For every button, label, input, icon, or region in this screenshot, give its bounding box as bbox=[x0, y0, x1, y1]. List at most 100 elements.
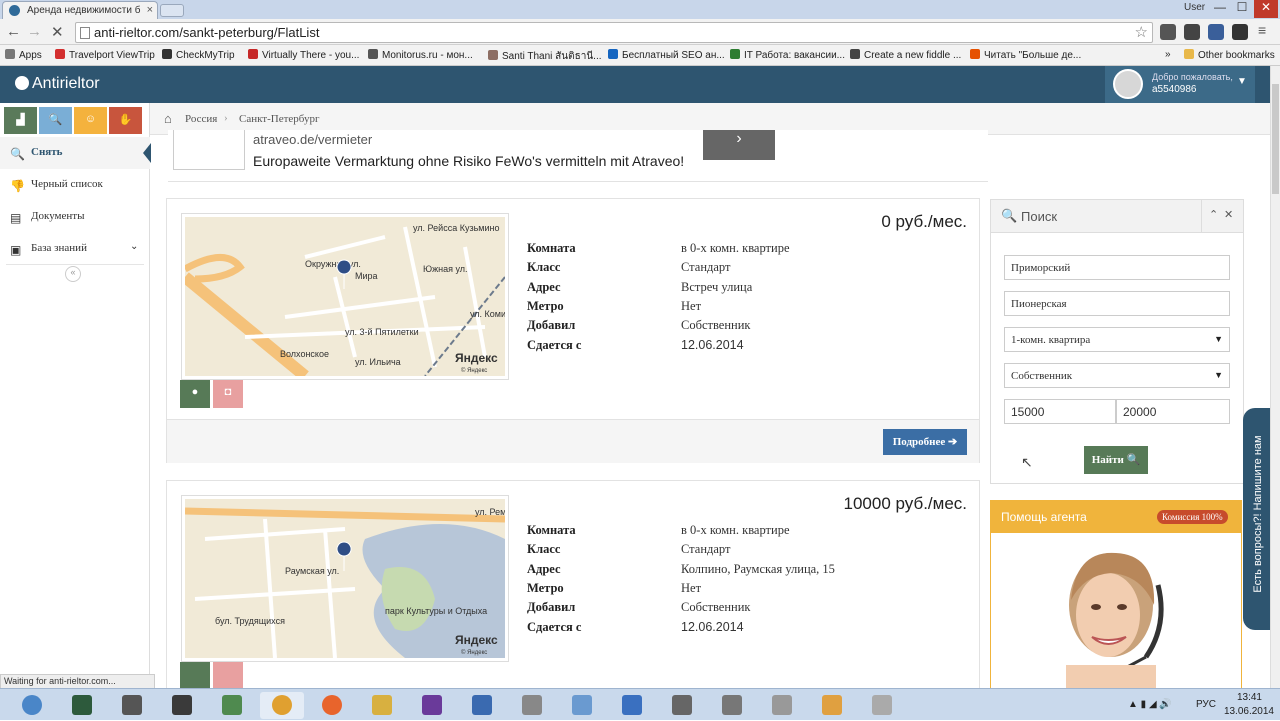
bookmark-item[interactable]: Monitorus.ru - мон... bbox=[368, 49, 473, 61]
extension-icon[interactable] bbox=[1208, 24, 1224, 40]
minimize-button[interactable]: — bbox=[1210, 0, 1230, 18]
quick-search-button[interactable]: 🔍 bbox=[39, 107, 72, 134]
globe-icon[interactable] bbox=[180, 662, 210, 690]
camera-icon[interactable]: ◘ bbox=[213, 380, 243, 408]
taskbar-button[interactable] bbox=[460, 692, 504, 719]
taskbar-button[interactable] bbox=[860, 692, 904, 719]
feedback-tab[interactable]: Есть вопросы?! Напишите нам bbox=[1243, 408, 1270, 630]
taskbar-button[interactable] bbox=[510, 692, 554, 719]
taskbar-button[interactable] bbox=[160, 692, 204, 719]
language-indicator[interactable]: РУС bbox=[1196, 699, 1216, 710]
bookmark-item[interactable]: Travelport ViewTrip bbox=[55, 49, 155, 61]
new-tab-button[interactable] bbox=[160, 4, 184, 17]
clock-date[interactable]: 13.06.2014 bbox=[1224, 706, 1274, 717]
address-bar[interactable]: anti-rieltor.com/sankt-peterburg/FlatLis… bbox=[75, 22, 1153, 43]
taskbar-button[interactable] bbox=[210, 692, 254, 719]
taskbar-button[interactable] bbox=[10, 692, 54, 719]
find-button[interactable]: Найти 🔍 bbox=[1084, 446, 1148, 474]
district-field[interactable]: Приморский bbox=[1004, 255, 1230, 280]
scrollbar-thumb[interactable] bbox=[1272, 84, 1279, 194]
back-icon[interactable]: ← bbox=[6, 23, 21, 40]
detail-key: Добавил bbox=[527, 318, 576, 333]
ad-url[interactable]: atraveo.de/vermieter bbox=[253, 132, 372, 147]
bookmark-item[interactable]: Читать "Больше де... bbox=[970, 49, 1081, 61]
close-icon[interactable]: ✕ bbox=[1224, 208, 1233, 221]
divider bbox=[1201, 200, 1202, 233]
bookmark-item[interactable]: Create a new fiddle ... bbox=[850, 49, 961, 61]
taskbar-button[interactable] bbox=[260, 692, 304, 719]
taskbar-button[interactable] bbox=[60, 692, 104, 719]
taskbar-button[interactable] bbox=[310, 692, 354, 719]
maximize-button[interactable]: ☐ bbox=[1232, 0, 1252, 18]
bookmark-item[interactable]: CheckMyTrip bbox=[162, 49, 235, 61]
extension-icon[interactable] bbox=[1160, 24, 1176, 40]
profile-label[interactable]: User bbox=[1184, 2, 1205, 20]
listing-map[interactable]: Раумская ул. бул. Трудящихся парк Культуры… bbox=[181, 495, 509, 662]
more-details-button[interactable]: Подробнее ➔ bbox=[883, 429, 967, 455]
listing-detail-row: Метро Нет bbox=[527, 299, 947, 318]
stop-icon[interactable]: ✕ bbox=[51, 23, 64, 41]
breadcrumb-item[interactable]: Санкт-Петербург bbox=[239, 113, 319, 125]
bookmark-item[interactable]: Santi Thani สันติธานี... bbox=[488, 49, 602, 64]
menu-icon[interactable]: ≡ bbox=[1258, 22, 1266, 38]
quick-dislike-button[interactable]: ✋ bbox=[109, 107, 142, 134]
ad-banner[interactable]: atraveo.de/vermieter Europaweite Vermark… bbox=[168, 130, 988, 182]
close-window-button[interactable]: ✕ bbox=[1254, 0, 1278, 18]
tray-icons[interactable]: ▲ ▮ ◢ 🔊 bbox=[1128, 699, 1188, 710]
tab-close-icon[interactable]: × bbox=[147, 4, 153, 16]
quick-users-button[interactable]: ☺ bbox=[74, 107, 107, 134]
sidebar-item-3[interactable]: ▤ Документы bbox=[0, 201, 150, 233]
owner-select[interactable]: Собственник bbox=[1004, 363, 1230, 388]
other-bookmarks[interactable]: Other bookmarks bbox=[1184, 49, 1275, 61]
sidebar-item-4[interactable]: ▣ База знаний ⌄ bbox=[0, 233, 150, 265]
clock-time[interactable]: 13:41 bbox=[1237, 692, 1262, 703]
taskbar-button[interactable] bbox=[410, 692, 454, 719]
taskbar-button[interactable] bbox=[110, 692, 154, 719]
page-scrollbar[interactable] bbox=[1270, 66, 1280, 688]
metro-field[interactable]: Пионерская bbox=[1004, 291, 1230, 316]
detail-key: Сдается с bbox=[527, 619, 582, 634]
forward-icon[interactable]: → bbox=[27, 23, 42, 40]
sidebar-item-icon: ▤ bbox=[10, 211, 22, 225]
browser-tab[interactable]: Аренда недвижимости б × bbox=[2, 1, 158, 19]
listing-footer: Подробнее ➔ bbox=[167, 419, 979, 463]
detail-value: 12.06.2014 bbox=[681, 337, 744, 352]
visual-studio-icon bbox=[422, 695, 442, 715]
bookmark-item[interactable]: Apps bbox=[5, 49, 42, 61]
listing-map[interactable]: Окружная ул. Мира ул. 3-й Пятилетки Волхонс… bbox=[181, 213, 509, 380]
taskbar-button[interactable] bbox=[560, 692, 604, 719]
breadcrumb-item[interactable]: Россия bbox=[185, 113, 217, 125]
welcome-text: Добро пожаловать, bbox=[1152, 72, 1233, 82]
extension-icon[interactable] bbox=[1232, 24, 1248, 40]
bookmark-item[interactable]: IT Работа: вакансии... bbox=[730, 49, 845, 61]
price-to-field[interactable]: 20000 bbox=[1116, 399, 1230, 424]
bookmark-item[interactable]: Virtually There - you... bbox=[248, 49, 359, 61]
user-menu[interactable]: Добро пожаловать, a5540986 ▼ bbox=[1105, 66, 1255, 103]
globe-icon[interactable]: ● bbox=[180, 380, 210, 408]
collapse-icon[interactable]: ⌃ bbox=[1209, 208, 1218, 221]
collapse-sidebar-button[interactable]: « bbox=[65, 266, 81, 282]
sidebar-item-2[interactable]: 👎 Черный список bbox=[0, 169, 150, 201]
price-from-field[interactable]: 15000 bbox=[1004, 399, 1116, 424]
agent-widget[interactable]: Помощь агента Комиссия 100% bbox=[990, 500, 1242, 690]
camera-icon[interactable] bbox=[213, 662, 243, 690]
home-icon[interactable]: ⌂ bbox=[164, 111, 172, 127]
taskbar-button[interactable] bbox=[660, 692, 704, 719]
taskbar-button[interactable] bbox=[760, 692, 804, 719]
bookmark-star-icon[interactable]: ☆ bbox=[1135, 23, 1148, 41]
rooms-select[interactable]: 1-комн. квартира bbox=[1004, 327, 1230, 352]
taskbar-button[interactable] bbox=[710, 692, 754, 719]
map-street-label: ул. 3-й Пятилетки bbox=[345, 327, 419, 337]
app-logo[interactable]: Antirieltor bbox=[15, 75, 100, 93]
taskbar-button[interactable] bbox=[360, 692, 404, 719]
extension-icon[interactable] bbox=[1184, 24, 1200, 40]
bookmark-item[interactable]: Бесплатный SEO ан... bbox=[608, 49, 725, 61]
ad-text[interactable]: Europaweite Vermarktung ohne Risiko FeWo… bbox=[253, 153, 684, 169]
taskbar-button[interactable] bbox=[810, 692, 854, 719]
ad-button[interactable]: › bbox=[703, 130, 775, 160]
sidebar-item-1[interactable]: 🔍 Снять bbox=[0, 137, 151, 169]
quick-stats-button[interactable]: ▟ bbox=[4, 107, 37, 134]
bookmarks-overflow-icon[interactable]: » bbox=[1165, 49, 1171, 60]
taskbar-button[interactable] bbox=[610, 692, 654, 719]
listing-detail-row: Сдается с 12.06.2014 bbox=[527, 338, 947, 357]
